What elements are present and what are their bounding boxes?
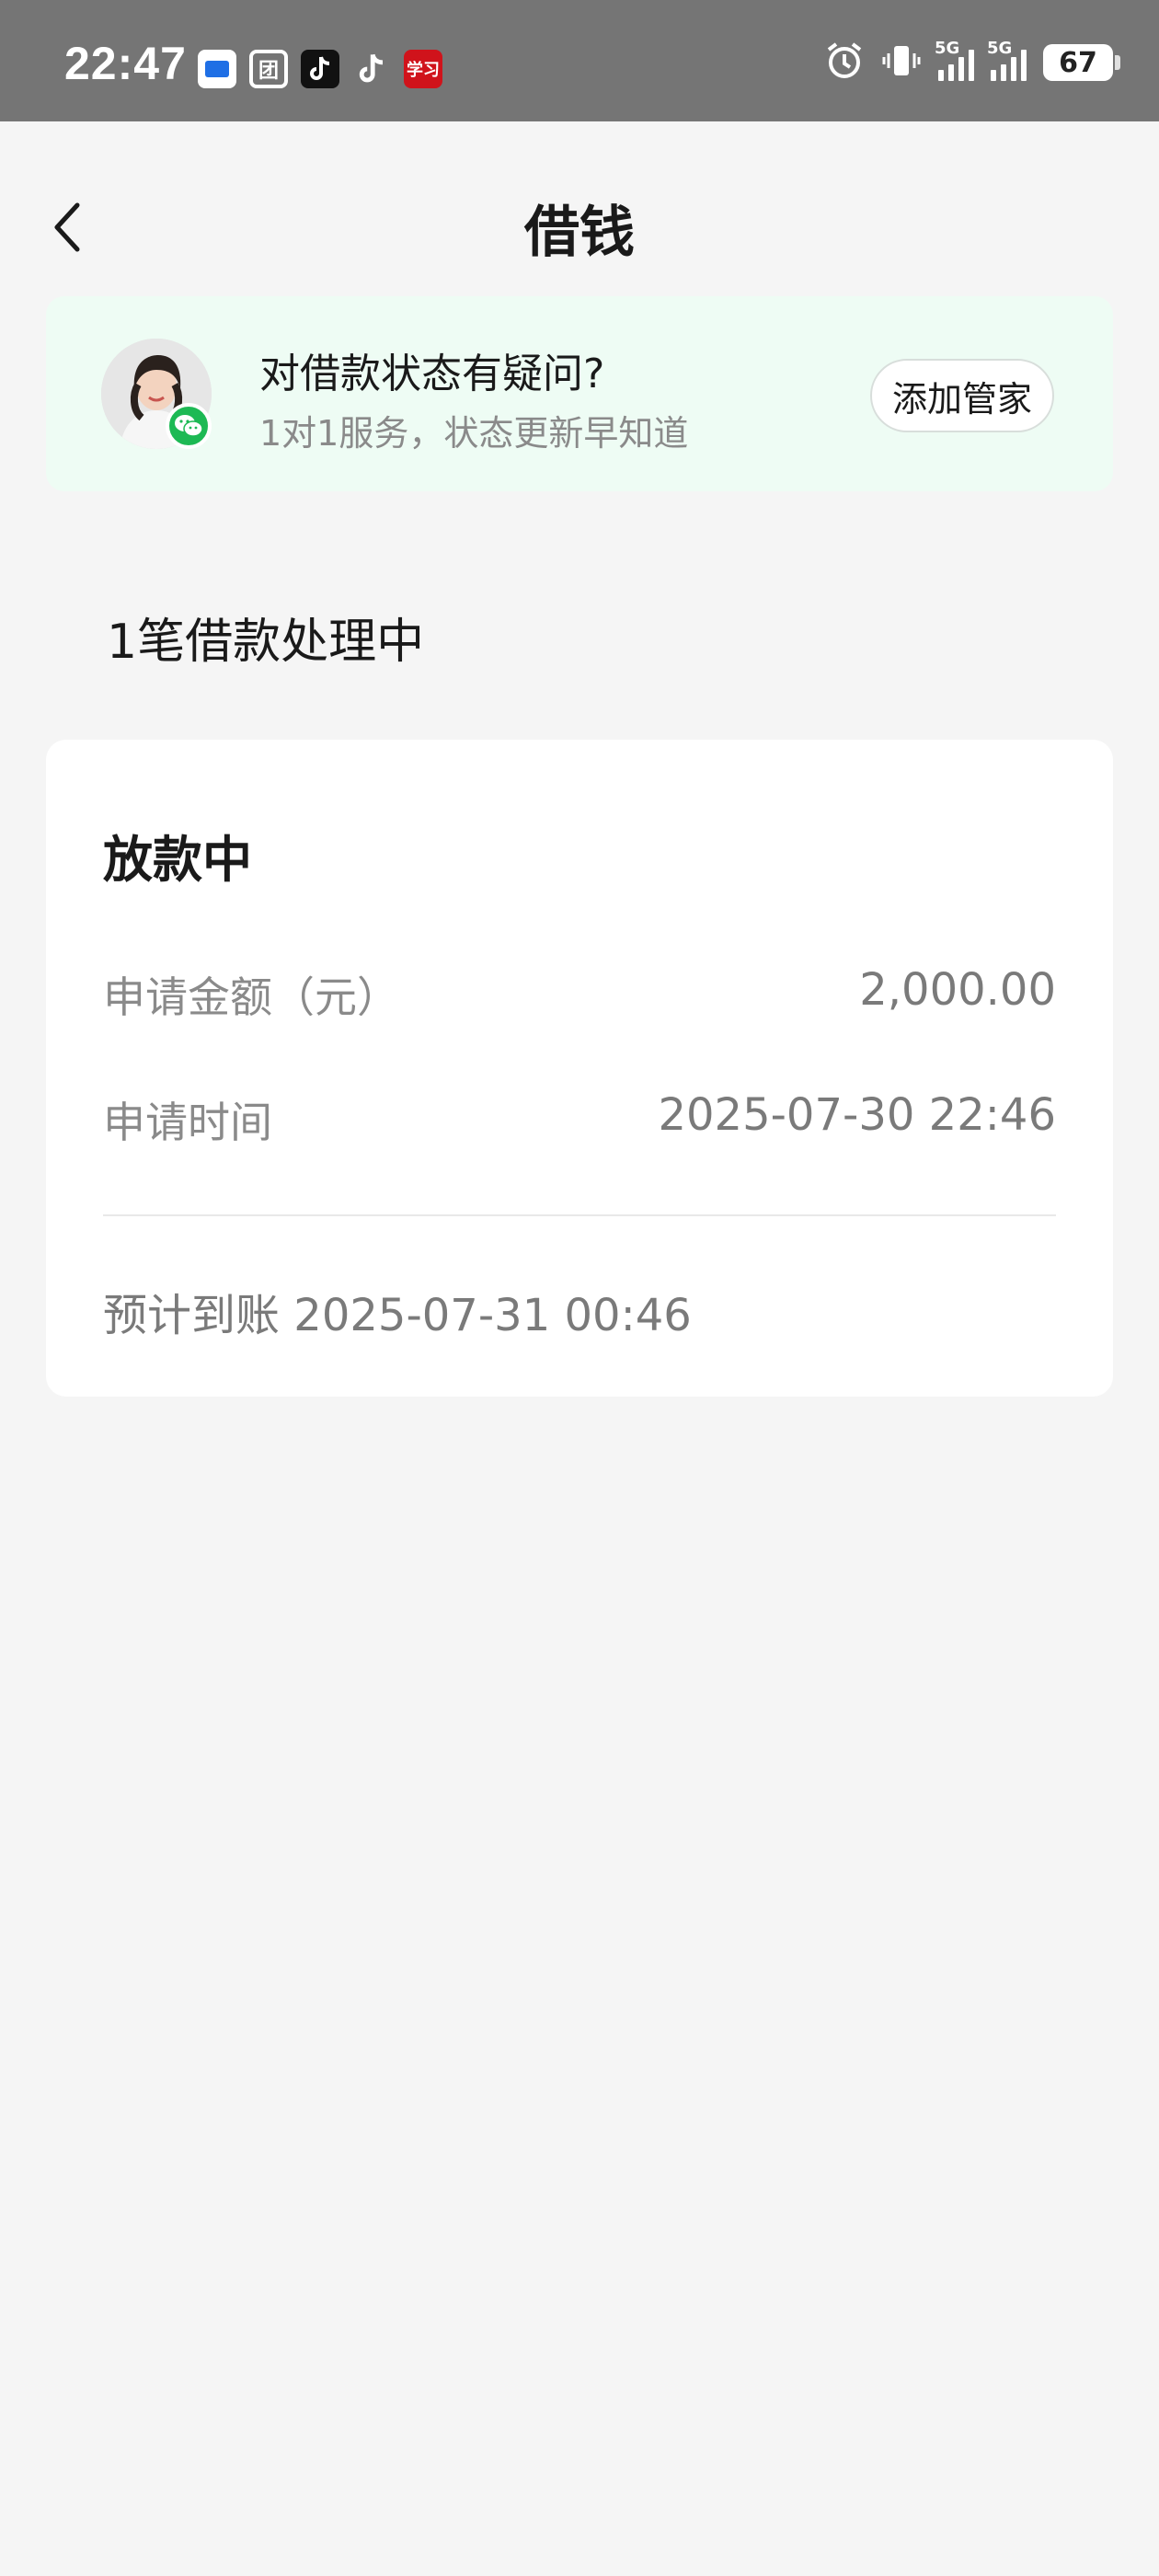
status-right: 5G 5G 67: [824, 39, 1120, 85]
wechat-icon: [166, 403, 212, 449]
status-time: 22:47: [64, 38, 187, 89]
network-type-1: 5G: [935, 39, 960, 58]
signal-icon: 5G: [935, 39, 974, 81]
apply-time-value: 2025-07-30 22:46: [658, 1089, 1056, 1141]
battery-icon: 67: [1043, 44, 1120, 81]
vibrate-icon: [881, 40, 922, 85]
amount-value: 2,000.00: [859, 964, 1056, 1016]
battery-level: 67: [1059, 46, 1097, 79]
signal-icon-2: 5G: [987, 39, 1027, 81]
section-heading: 1笔借款处理中: [107, 615, 425, 670]
amount-label: 申请金额（元）: [103, 972, 399, 1022]
eta-value: 2025-07-31 00:46: [293, 1290, 692, 1341]
add-steward-button[interactable]: 添加管家: [869, 359, 1054, 432]
app-icon-blue: [198, 50, 236, 88]
eta: 预计到账 2025-07-31 00:46: [103, 1279, 692, 1343]
banner-subtitle: 1对1服务，状态更新早知道: [259, 413, 689, 454]
header: 借钱: [0, 121, 1159, 269]
alarm-icon: [824, 40, 865, 85]
loan-card[interactable]: 放款中 申请金额（元） 2,000.00 申请时间 2025-07-30 22:…: [46, 740, 1113, 1397]
notification-icons: 团 学习: [198, 50, 442, 88]
tiktok-icon: [352, 50, 391, 88]
network-type-2: 5G: [987, 39, 1013, 58]
divider: [103, 1214, 1056, 1216]
status-bar: 22:47 团 学习 5G 5G 67: [0, 0, 1159, 121]
red-app-icon: 学习: [404, 50, 442, 88]
page-title: 借钱: [524, 201, 635, 265]
eta-label: 预计到账: [103, 1290, 281, 1341]
loan-status: 放款中: [103, 831, 252, 889]
tuan-icon: 团: [249, 50, 288, 88]
apply-time-label: 申请时间: [103, 1098, 272, 1147]
banner-title: 对借款状态有疑问?: [259, 351, 605, 397]
service-banner[interactable]: 对借款状态有疑问? 1对1服务，状态更新早知道 添加管家: [46, 296, 1113, 491]
tiktok-lite-icon: [301, 50, 339, 88]
